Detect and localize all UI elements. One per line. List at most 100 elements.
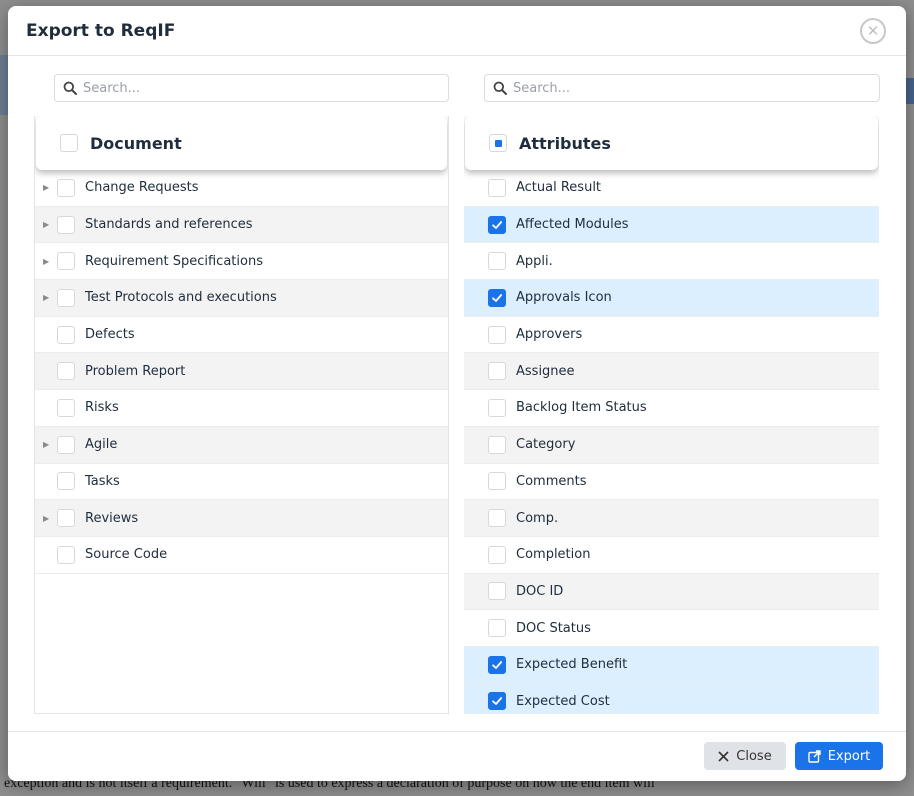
search-icon <box>63 81 77 95</box>
attributes-search-box[interactable] <box>484 74 880 102</box>
row-label: Tasks <box>85 473 120 489</box>
export-dialog: Export to ReqIF ✕ Document ▶ Change Reque… <box>8 6 906 781</box>
close-button-label: Close <box>736 748 772 764</box>
row-checkbox[interactable] <box>488 545 506 564</box>
attributes-list: Attributes Actual Result Affected Modules… <box>464 116 879 714</box>
caret-right-icon[interactable]: ▶ <box>35 183 57 192</box>
dialog-header: Export to ReqIF ✕ <box>8 6 906 56</box>
attribute-row[interactable]: Approvers <box>464 316 879 354</box>
row-label: Agile <box>85 437 118 453</box>
attribute-row[interactable]: Backlog Item Status <box>464 390 879 427</box>
row-checkbox[interactable] <box>57 215 75 234</box>
document-panel: Document ▶ Change Requests ▶ Standards and … <box>34 56 449 731</box>
attribute-row[interactable]: Comments <box>464 463 879 501</box>
attribute-row[interactable]: Completion <box>464 536 879 574</box>
row-label: Affected Modules <box>516 217 629 233</box>
row-label: Comments <box>516 473 587 489</box>
attribute-row[interactable]: Appli. <box>464 243 879 281</box>
document-row[interactable]: ▶Defects <box>35 316 448 354</box>
document-rows: ▶ Change Requests ▶ Standards and reference… <box>35 170 448 574</box>
attributes-search-input[interactable] <box>513 80 863 96</box>
attribute-row[interactable]: Category <box>464 426 879 464</box>
row-checkbox[interactable] <box>57 435 75 454</box>
attribute-row[interactable]: DOC ID <box>464 573 879 611</box>
row-checkbox[interactable] <box>488 655 506 674</box>
row-checkbox[interactable] <box>57 252 75 271</box>
row-label: Standards and references <box>85 217 253 233</box>
document-row[interactable]: ▶Source Code <box>35 536 448 574</box>
document-header: Document <box>36 116 447 170</box>
document-row[interactable]: ▶ Reviews <box>35 500 448 537</box>
row-checkbox[interactable] <box>57 398 75 417</box>
document-row[interactable]: ▶Problem Report <box>35 353 448 391</box>
row-label: Actual Result <box>516 180 602 196</box>
document-row[interactable]: ▶Tasks <box>35 463 448 501</box>
row-checkbox[interactable] <box>488 435 506 454</box>
row-label: Approvals Icon <box>516 290 612 306</box>
row-checkbox[interactable] <box>57 509 75 528</box>
row-checkbox[interactable] <box>488 178 506 197</box>
row-checkbox[interactable] <box>57 545 75 564</box>
row-checkbox[interactable] <box>488 509 506 528</box>
row-checkbox[interactable] <box>57 178 75 197</box>
row-checkbox[interactable] <box>488 252 506 271</box>
close-icon[interactable]: ✕ <box>860 18 886 44</box>
document-row[interactable]: ▶ Change Requests <box>35 170 448 207</box>
row-checkbox[interactable] <box>57 325 75 344</box>
dialog-title: Export to ReqIF <box>26 20 176 41</box>
document-row[interactable]: ▶ Requirement Specifications <box>35 243 448 281</box>
document-search-input[interactable] <box>83 80 433 96</box>
row-checkbox[interactable] <box>488 582 506 601</box>
document-select-all-checkbox[interactable] <box>60 134 78 152</box>
caret-right-icon[interactable]: ▶ <box>35 293 57 302</box>
row-label: Change Requests <box>85 180 199 196</box>
row-label: Source Code <box>85 547 168 563</box>
row-label: Defects <box>85 327 135 343</box>
document-row[interactable]: ▶ Agile <box>35 426 448 464</box>
caret-right-icon[interactable]: ▶ <box>35 257 57 266</box>
row-label: Appli. <box>516 253 553 269</box>
row-label: Expected Benefit <box>516 657 628 673</box>
document-row[interactable]: ▶ Test Protocols and executions <box>35 280 448 317</box>
row-label: Comp. <box>516 510 559 526</box>
row-label: Reviews <box>85 510 139 526</box>
row-checkbox[interactable] <box>488 288 506 307</box>
row-label: Backlog Item Status <box>516 400 647 416</box>
row-label: Requirement Specifications <box>85 253 263 269</box>
document-list: Document ▶ Change Requests ▶ Standards and … <box>34 116 449 714</box>
row-checkbox[interactable] <box>488 619 506 638</box>
row-checkbox[interactable] <box>488 472 506 491</box>
row-checkbox[interactable] <box>57 472 75 491</box>
row-checkbox[interactable] <box>57 288 75 307</box>
row-checkbox[interactable] <box>57 362 75 381</box>
attribute-row[interactable]: DOC Status <box>464 610 879 647</box>
attribute-row[interactable]: Actual Result <box>464 170 879 207</box>
caret-right-icon[interactable]: ▶ <box>35 220 57 229</box>
close-button[interactable]: Close <box>704 742 786 770</box>
document-row[interactable]: ▶ Standards and references <box>35 206 448 244</box>
attributes-header-label: Attributes <box>519 133 611 153</box>
caret-right-icon[interactable]: ▶ <box>35 514 57 523</box>
row-label: Problem Report <box>85 363 186 379</box>
attribute-row[interactable]: Expected Benefit <box>464 646 879 684</box>
search-icon <box>493 81 507 95</box>
row-checkbox[interactable] <box>488 362 506 381</box>
attributes-header: Attributes <box>465 116 878 170</box>
row-checkbox[interactable] <box>488 692 506 711</box>
attributes-select-all-checkbox[interactable] <box>489 134 507 152</box>
dialog-footer: Close Export <box>8 731 906 781</box>
document-row[interactable]: ▶Risks <box>35 390 448 427</box>
row-label: Approvers <box>516 327 583 343</box>
row-checkbox[interactable] <box>488 325 506 344</box>
export-button[interactable]: Export <box>795 742 883 770</box>
attribute-row[interactable]: Affected Modules <box>464 206 879 244</box>
row-checkbox[interactable] <box>488 398 506 417</box>
caret-right-icon[interactable]: ▶ <box>35 440 57 449</box>
attribute-row[interactable]: Expected Cost <box>464 683 879 714</box>
document-search-box[interactable] <box>54 74 449 102</box>
row-checkbox[interactable] <box>488 215 506 234</box>
panels: Document ▶ Change Requests ▶ Standards and … <box>8 56 906 731</box>
attribute-row[interactable]: Comp. <box>464 500 879 537</box>
attribute-row[interactable]: Assignee <box>464 353 879 391</box>
attribute-row[interactable]: Approvals Icon <box>464 280 879 317</box>
